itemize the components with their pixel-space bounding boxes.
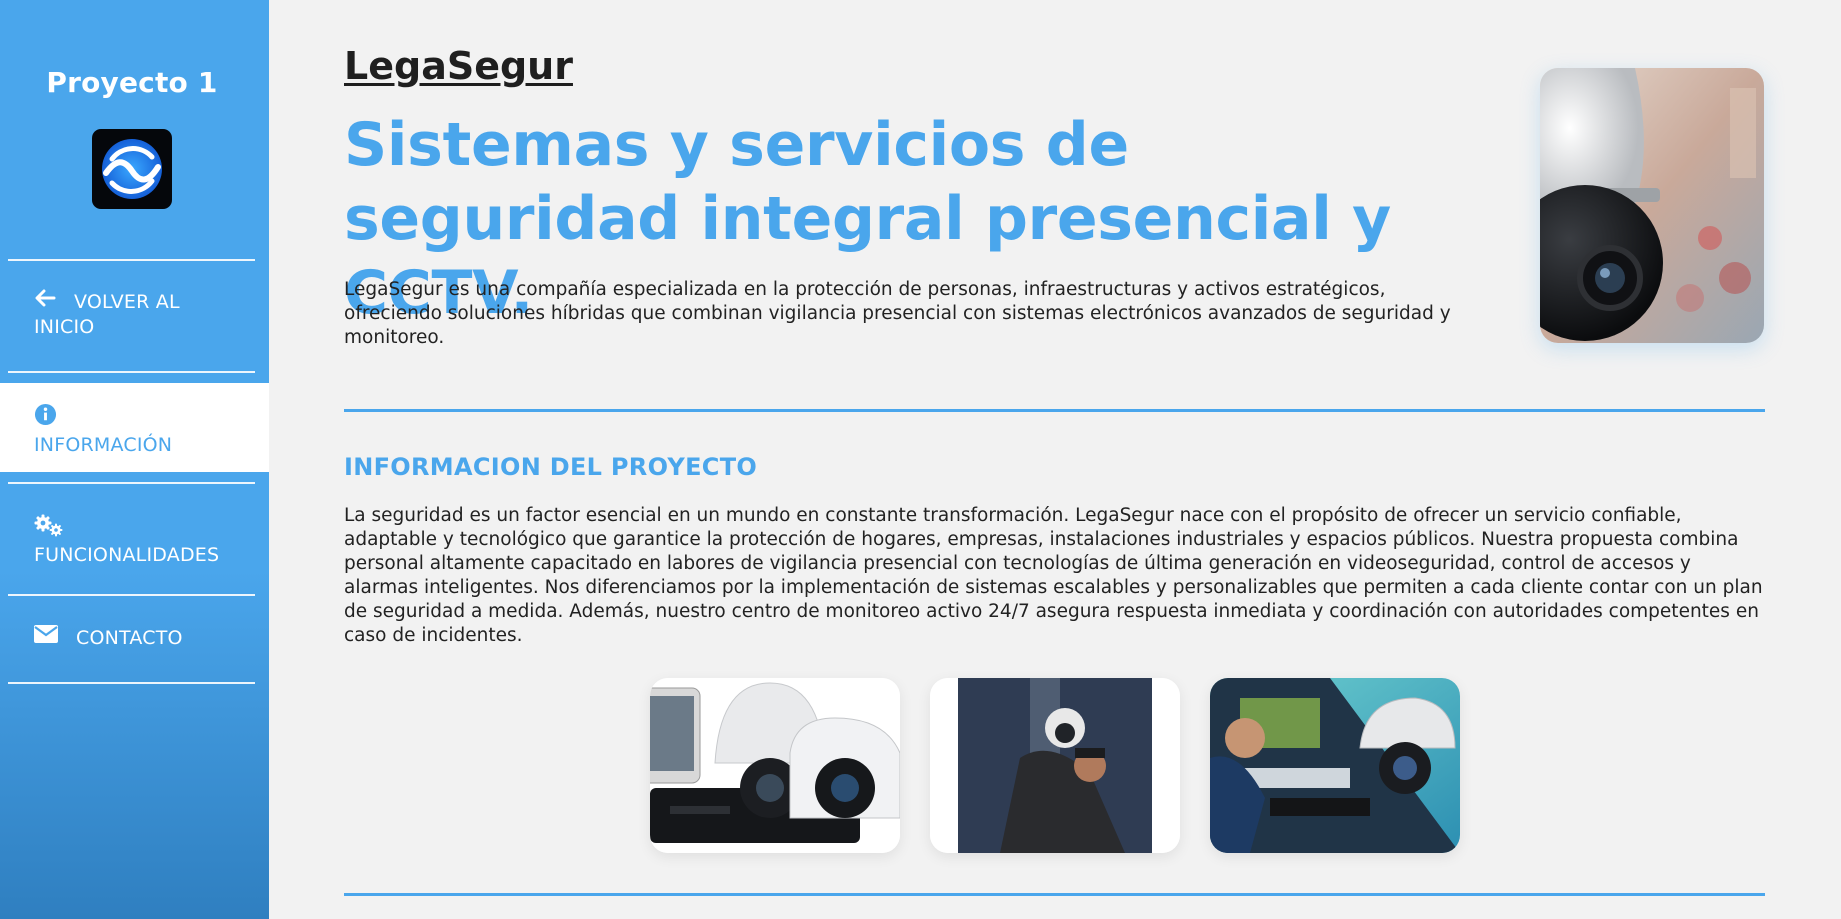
page-brand-title: LegaSegur [344,44,573,88]
divider [8,371,255,373]
app-logo [92,129,172,209]
sidebar-item-informacion[interactable]: INFORMACIÓN [0,383,269,472]
sidebar-item-label: INFORMACIÓN [34,434,173,456]
section-title: INFORMACION DEL PROYECTO [344,453,758,481]
intro-paragraph: LegaSegur es una compañía especializada … [344,279,1451,348]
envelope-icon [34,624,58,650]
gallery-image-installer [930,678,1180,853]
divider [8,682,255,684]
sidebar-item-contacto[interactable]: CONTACTO [0,624,269,651]
hero-camera-image [1540,68,1764,343]
sidebar-item-volver-al-inicio[interactable]: VOLVER AL INICIO [0,289,269,340]
divider [8,259,255,261]
sidebar-title: Proyecto 1 [46,66,218,99]
section-divider [344,409,1765,412]
arrow-left-icon [34,289,56,314]
section-divider [344,893,1765,896]
app-logo-wave-icon [102,139,162,199]
gallery-image-monitoring [1210,678,1460,853]
sidebar: Proyecto 1 VOLVER AL INICIO INFORMACIÓN … [0,0,269,919]
divider [8,482,255,484]
gears-icon [34,514,269,543]
sidebar-item-label: CONTACTO [76,627,183,649]
section-body: La seguridad es un factor esencial en un… [344,505,1763,646]
gallery-image-cameras [650,678,900,853]
info-circle-icon [34,403,269,431]
divider [8,594,255,596]
sidebar-item-label: FUNCIONALIDADES [34,544,220,566]
sidebar-item-funcionalidades[interactable]: FUNCIONALIDADES [0,514,269,568]
